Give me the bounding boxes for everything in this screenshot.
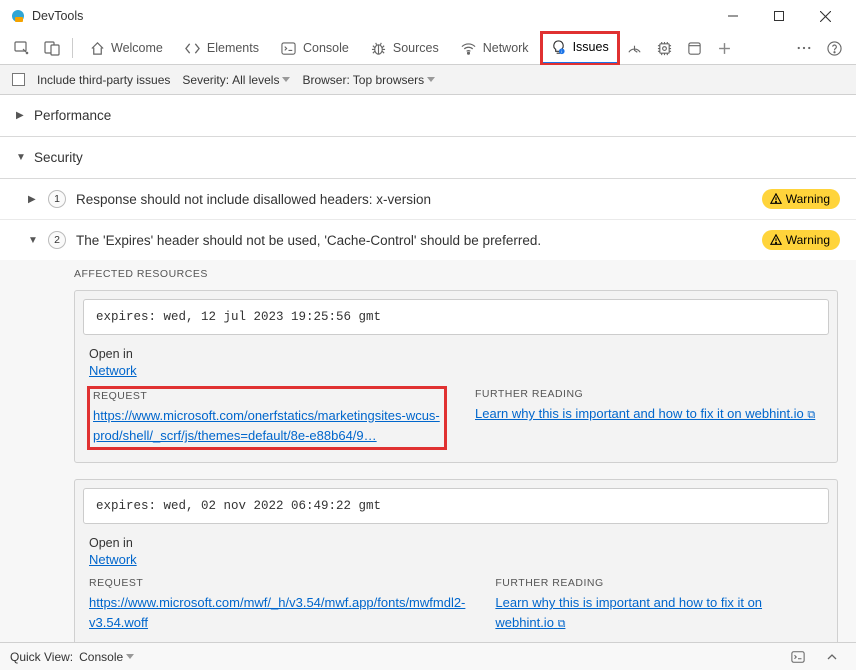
tab-welcome[interactable]: Welcome xyxy=(79,32,173,65)
chevron-down-icon xyxy=(427,77,435,82)
console-icon xyxy=(281,40,297,56)
request-url-link[interactable]: https://www.microsoft.com/mwf/_h/v3.54/m… xyxy=(89,593,465,633)
tab-label: Network xyxy=(483,41,529,55)
add-tab-icon[interactable] xyxy=(711,34,739,62)
tab-label: Welcome xyxy=(111,41,163,55)
further-reading-label: FURTHER READING xyxy=(495,577,823,589)
filter-bar: Include third-party issues Severity: All… xyxy=(0,65,856,95)
external-link-icon: ⧉ xyxy=(558,618,566,630)
open-in-network-link[interactable]: Network xyxy=(89,363,137,378)
request-label: REQUEST xyxy=(93,390,441,402)
tab-label: Sources xyxy=(393,41,439,55)
group-performance[interactable]: ▶ Performance xyxy=(0,95,856,137)
resource-header: expires: wed, 12 jul 2023 19:25:56 gmt xyxy=(83,299,829,335)
warning-badge: Warning xyxy=(762,230,840,250)
group-security[interactable]: ▼ Security xyxy=(0,137,856,179)
elements-icon xyxy=(185,40,201,56)
resource-card: expires: wed, 02 nov 2022 06:49:22 gmt O… xyxy=(74,479,838,642)
chevron-right-icon: ▶ xyxy=(28,194,38,205)
help-icon[interactable] xyxy=(820,34,848,62)
severity-label: Severity: xyxy=(182,73,229,87)
issue-title: Response should not include disallowed h… xyxy=(76,192,431,207)
chevron-down-icon xyxy=(282,77,290,82)
open-in-network-link[interactable]: Network xyxy=(89,552,137,567)
group-label: Security xyxy=(34,150,83,165)
tab-console[interactable]: Console xyxy=(271,32,359,65)
more-icon[interactable] xyxy=(790,34,818,62)
warning-badge: Warning xyxy=(762,189,840,209)
chevron-down-icon xyxy=(126,654,134,659)
console-panel-icon[interactable] xyxy=(784,643,812,671)
warning-text: Warning xyxy=(786,192,830,206)
issue-count-badge: 1 xyxy=(48,190,66,208)
quick-view-bar: Quick View: Console xyxy=(0,642,856,670)
further-reading-link[interactable]: Learn why this is important and how to f… xyxy=(495,593,823,633)
warning-text: Warning xyxy=(786,233,830,247)
tab-label: Elements xyxy=(207,41,259,55)
tab-label: Issues xyxy=(573,40,609,54)
open-in-label: Open in xyxy=(89,536,823,550)
bug-icon xyxy=(371,40,387,56)
affected-resources: AFFECTED RESOURCES expires: wed, 12 jul … xyxy=(0,260,856,642)
tab-sources[interactable]: Sources xyxy=(361,32,449,65)
inspect-icon[interactable] xyxy=(8,34,36,62)
issue-row[interactable]: ▶ 1 Response should not include disallow… xyxy=(0,179,856,220)
browser-label: Browser: xyxy=(302,73,349,87)
app-icon xyxy=(10,8,26,24)
memory-icon[interactable] xyxy=(651,34,679,62)
issue-count-badge: 2 xyxy=(48,231,66,249)
request-column: REQUEST https://www.microsoft.com/onerfs… xyxy=(89,388,445,448)
severity-dropdown[interactable]: Severity: All levels xyxy=(182,73,290,87)
chevron-down-icon: ▼ xyxy=(28,235,38,246)
third-party-checkbox[interactable] xyxy=(12,73,25,86)
tab-network[interactable]: Network xyxy=(451,32,539,65)
third-party-label: Include third-party issues xyxy=(37,73,170,87)
close-button[interactable] xyxy=(802,0,848,32)
group-label: Performance xyxy=(34,108,111,123)
resource-card: expires: wed, 12 jul 2023 19:25:56 gmt O… xyxy=(74,290,838,463)
request-label: REQUEST xyxy=(89,577,465,589)
issue-title: The 'Expires' header should not be used,… xyxy=(76,233,541,248)
device-icon[interactable] xyxy=(38,34,66,62)
lightbulb-icon: i xyxy=(551,39,567,55)
resource-header: expires: wed, 02 nov 2022 06:49:22 gmt xyxy=(83,488,829,524)
browser-dropdown[interactable]: Browser: Top browsers xyxy=(302,73,435,87)
wifi-icon xyxy=(461,40,477,56)
minimize-button[interactable] xyxy=(710,0,756,32)
issue-row[interactable]: ▼ 2 The 'Expires' header should not be u… xyxy=(0,220,856,260)
issues-content: ▶ Performance ▼ Security ▶ 1 Response sh… xyxy=(0,95,856,642)
maximize-button[interactable] xyxy=(756,0,802,32)
external-link-icon: ⧉ xyxy=(807,409,815,421)
svg-text:i: i xyxy=(561,49,562,54)
titlebar: DevTools xyxy=(0,0,856,32)
chevron-down-icon: ▼ xyxy=(16,152,26,163)
request-column: REQUEST https://www.microsoft.com/mwf/_h… xyxy=(89,577,465,633)
further-reading-link[interactable]: Learn why this is important and how to f… xyxy=(475,404,823,424)
tab-label: Console xyxy=(303,41,349,55)
quick-view-dropdown[interactable]: Console xyxy=(79,650,134,664)
tab-elements[interactable]: Elements xyxy=(175,32,269,65)
application-icon[interactable] xyxy=(681,34,709,62)
open-in-label: Open in xyxy=(89,347,823,361)
home-icon xyxy=(89,40,105,56)
affected-resources-label: AFFECTED RESOURCES xyxy=(74,268,838,280)
tabstrip: Welcome Elements Console Sources Network… xyxy=(0,32,856,65)
further-reading-label: FURTHER READING xyxy=(475,388,823,400)
request-url-link[interactable]: https://www.microsoft.com/onerfstatics/m… xyxy=(93,406,441,446)
further-reading-column: FURTHER READING Learn why this is import… xyxy=(495,577,823,633)
quick-view-label: Quick View: xyxy=(10,650,73,664)
browser-value: Top browsers xyxy=(353,73,424,87)
tab-issues[interactable]: i Issues xyxy=(541,32,619,65)
further-reading-column: FURTHER READING Learn why this is import… xyxy=(475,388,823,448)
chevron-right-icon: ▶ xyxy=(16,110,26,121)
severity-value: All levels xyxy=(232,73,279,87)
performance-icon[interactable] xyxy=(621,34,649,62)
window-title: DevTools xyxy=(32,9,83,23)
expand-icon[interactable] xyxy=(818,643,846,671)
